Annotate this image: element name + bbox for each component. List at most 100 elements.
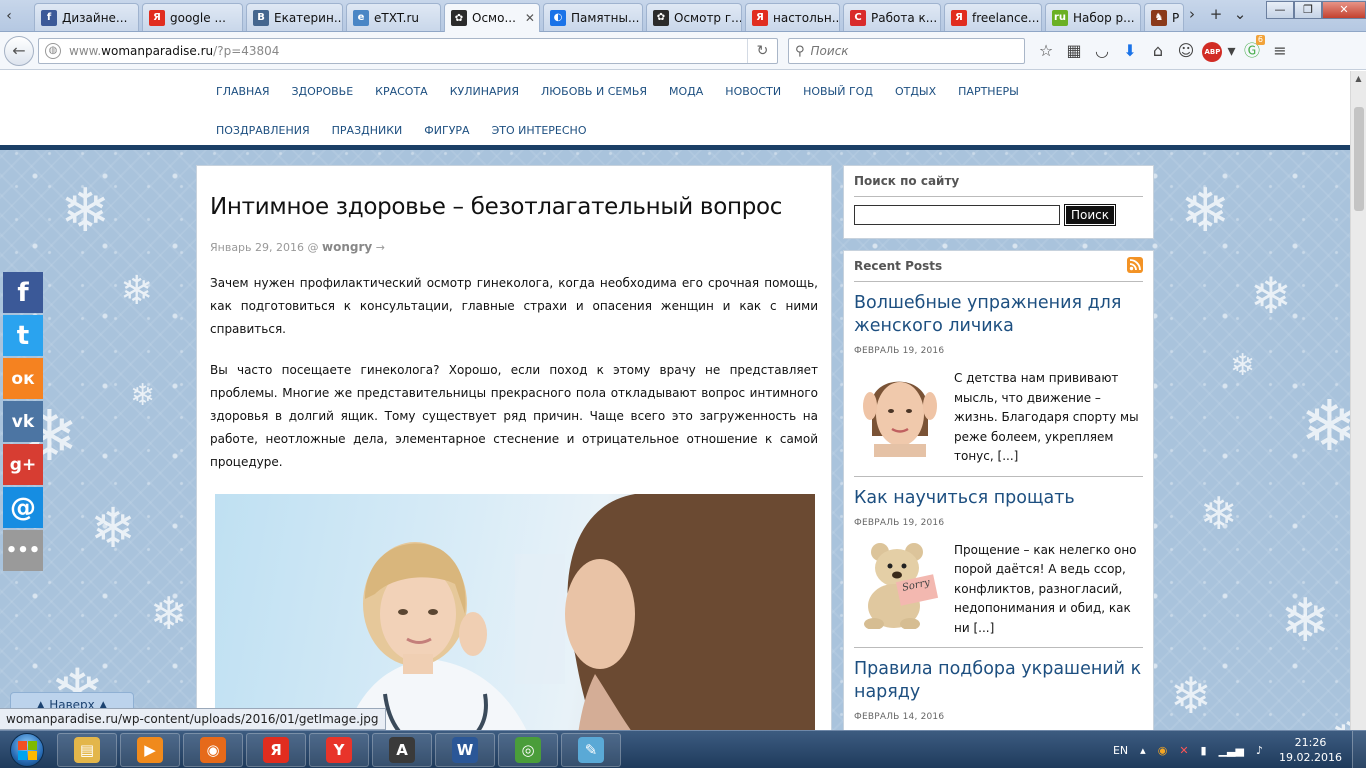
menu-item[interactable]: НОВОСТИ — [714, 79, 792, 118]
recent-post: Правила подбора украшений к наряду ФЕВРА… — [854, 658, 1143, 730]
menu-item[interactable]: ЛЮБОВЬ И СЕМЬЯ — [530, 79, 658, 118]
recent-post-title-link[interactable]: Как научиться прощать — [854, 487, 1143, 510]
browser-tab[interactable]: ◐ Памятны... — [543, 3, 643, 31]
menu-item[interactable]: ГЛАВНАЯ — [205, 79, 281, 118]
tab-favicon-icon: f — [41, 9, 57, 26]
tab-close-icon[interactable]: ✕ — [521, 11, 535, 25]
taskbar-media-player-button[interactable]: ▶ — [120, 733, 180, 767]
post-paragraph-2: Вы часто посещаете гинеколога? Хорошо, е… — [210, 363, 818, 469]
browser-tab[interactable]: Яfreelance... — [944, 3, 1042, 31]
post-image-doctor-consultation[interactable] — [215, 494, 815, 730]
taskbar-chrome-button[interactable]: ◎ — [498, 733, 558, 767]
menu-item[interactable]: ПРАЗДНИКИ — [321, 118, 414, 157]
scrollbar-thumb[interactable] — [1354, 107, 1364, 211]
mail-share-button[interactable]: @ — [3, 487, 43, 528]
browser-tab[interactable]: e eTXT.ru — [346, 3, 441, 31]
browser-tab[interactable]: f Дизайне... — [34, 3, 139, 31]
browser-tab[interactable]: ✿ Осмо... ✕ — [444, 3, 540, 32]
home-icon[interactable]: ⌂ — [1144, 38, 1172, 64]
browser-tab[interactable]: ✿ Осмотр г... — [646, 3, 742, 31]
facebook-share-button[interactable]: f — [3, 272, 43, 313]
page-scrollbar[interactable]: ▲ — [1350, 71, 1366, 730]
taskbar-notepad-button[interactable]: ✎ — [561, 733, 621, 767]
maximize-button[interactable]: ❐ — [1294, 1, 1322, 19]
tab-title: google ... — [170, 10, 226, 25]
menu-item[interactable]: ФИГУРА — [413, 118, 480, 157]
menu-icon[interactable]: ≡ — [1266, 38, 1294, 64]
site-search-widget: Поиск по сайту Поиск — [843, 165, 1154, 239]
language-indicator[interactable]: EN — [1107, 744, 1134, 757]
back-button[interactable]: ← — [4, 36, 34, 66]
taskbar-firefox-button[interactable]: ◉ — [183, 733, 243, 767]
teddy-bear-thumbnail[interactable]: Sorry — [854, 537, 944, 629]
menu-item[interactable]: ЗДОРОВЬЕ — [281, 79, 365, 118]
browser-search-input[interactable] — [810, 44, 1011, 58]
url-text[interactable]: www.womanparadise.ru/?p=43804 — [69, 44, 279, 58]
navigation-toolbar: ← ◍ www.womanparadise.ru/?p=43804 ↻ ⚲ ☆ … — [0, 32, 1366, 70]
tab-scroll-right-button[interactable]: › — [1180, 0, 1204, 28]
browser-tab[interactable]: С Работа к... — [843, 3, 941, 31]
odnoklassniki-share-button[interactable]: ок — [3, 358, 43, 399]
browser-tab[interactable]: ♞ Р — [1144, 3, 1184, 31]
taskbar-yandex-button[interactable]: Я — [246, 733, 306, 767]
new-tab-button[interactable]: + — [1204, 0, 1228, 28]
reload-icon[interactable]: ↻ — [747, 39, 777, 63]
system-clock[interactable]: 21:26 19.02.2016 — [1269, 735, 1352, 765]
browser-tab[interactable]: Янастольн... — [745, 3, 840, 31]
site-search-button[interactable]: Поиск — [1063, 204, 1117, 226]
taskbar-word-button[interactable]: W — [435, 733, 495, 767]
battery-icon[interactable]: ▮ — [1195, 744, 1213, 757]
status-bar-link-url: womanparadise.ru/wp-content/uploads/2016… — [0, 708, 386, 730]
volume-icon[interactable]: ♪ — [1250, 744, 1269, 757]
scroll-up-arrow-icon[interactable]: ▲ — [1351, 71, 1366, 87]
menu-item[interactable]: НОВЫЙ ГОД — [792, 79, 884, 118]
browser-search-box[interactable]: ⚲ — [788, 38, 1025, 64]
face-exercise-thumbnail[interactable] — [854, 366, 944, 457]
yandex-browser-icon: Y — [326, 737, 352, 763]
signal-strength-icon[interactable]: ▁▃▅ — [1213, 744, 1250, 757]
fonts-icon: A — [389, 737, 415, 763]
extension-icon[interactable]: Ⓖ 6 — [1238, 35, 1266, 64]
recent-post-title-link[interactable]: Волшебные упражнения для женского личика — [854, 292, 1143, 338]
twitter-share-button[interactable]: t — [3, 315, 43, 356]
pocket-icon[interactable]: ◡ — [1088, 38, 1116, 64]
menu-item[interactable]: МОДА — [658, 79, 714, 118]
taskbar-explorer-button[interactable]: ▤ — [57, 733, 117, 767]
browser-tab[interactable]: Яgoogle ... — [142, 3, 243, 31]
firefox-icon: ◉ — [200, 737, 226, 763]
smiley-icon[interactable]: ☺ — [1172, 38, 1200, 64]
menu-item[interactable]: ОТДЫХ — [884, 79, 947, 118]
tab-scroll-left-button[interactable]: ‹ — [0, 4, 18, 28]
vkontakte-icon: vk — [11, 411, 35, 432]
site-search-input[interactable] — [854, 205, 1060, 225]
address-bar[interactable]: ◍ www.womanparadise.ru/?p=43804 ↻ — [38, 38, 778, 64]
close-window-button[interactable]: ✕ — [1322, 1, 1366, 19]
browser-tab[interactable]: В Екатерин... — [246, 3, 343, 31]
more-share-button[interactable]: ••• — [3, 530, 43, 571]
post-author-link[interactable]: wongry — [322, 240, 372, 254]
snowflake-decoration-icon: ❄ — [1250, 267, 1292, 325]
minimize-button[interactable]: — — [1266, 1, 1294, 19]
rss-icon[interactable] — [1127, 257, 1143, 273]
show-desktop-button[interactable] — [1352, 731, 1366, 768]
google-plus-share-button[interactable]: g+ — [3, 444, 43, 485]
tab-list-button[interactable]: ⌄ — [1228, 0, 1252, 28]
vkontakte-share-button[interactable]: vk — [3, 401, 43, 442]
download-icon[interactable]: ⬇ — [1116, 38, 1144, 64]
taskbar-yandex-browser-button[interactable]: Y — [309, 733, 369, 767]
taskbar-fonts-button[interactable]: A — [372, 733, 432, 767]
menu-item[interactable]: ПОЗДРАВЛЕНИЯ — [205, 118, 321, 157]
menu-item[interactable]: ЭТО ИНТЕРЕСНО — [481, 118, 598, 157]
menu-item[interactable]: КУЛИНАРИЯ — [439, 79, 530, 118]
tray-app-icon[interactable]: ◉ — [1152, 744, 1174, 757]
show-hidden-icons-icon[interactable]: ▴ — [1134, 744, 1152, 757]
browser-tab[interactable]: ru Набор р... — [1045, 3, 1141, 31]
menu-item[interactable]: ПАРТНЕРЫ — [947, 79, 1030, 118]
bookmarks-list-icon[interactable]: ▦ — [1060, 38, 1088, 64]
bookmark-star-icon[interactable]: ☆ — [1032, 38, 1060, 64]
adblock-icon[interactable]: ABP ▾ — [1200, 38, 1238, 64]
network-error-icon[interactable]: ✕ — [1173, 744, 1194, 757]
menu-item[interactable]: КРАСОТА — [364, 79, 439, 118]
recent-post-title-link[interactable]: Правила подбора украшений к наряду — [854, 658, 1143, 704]
start-button[interactable] — [3, 732, 51, 768]
